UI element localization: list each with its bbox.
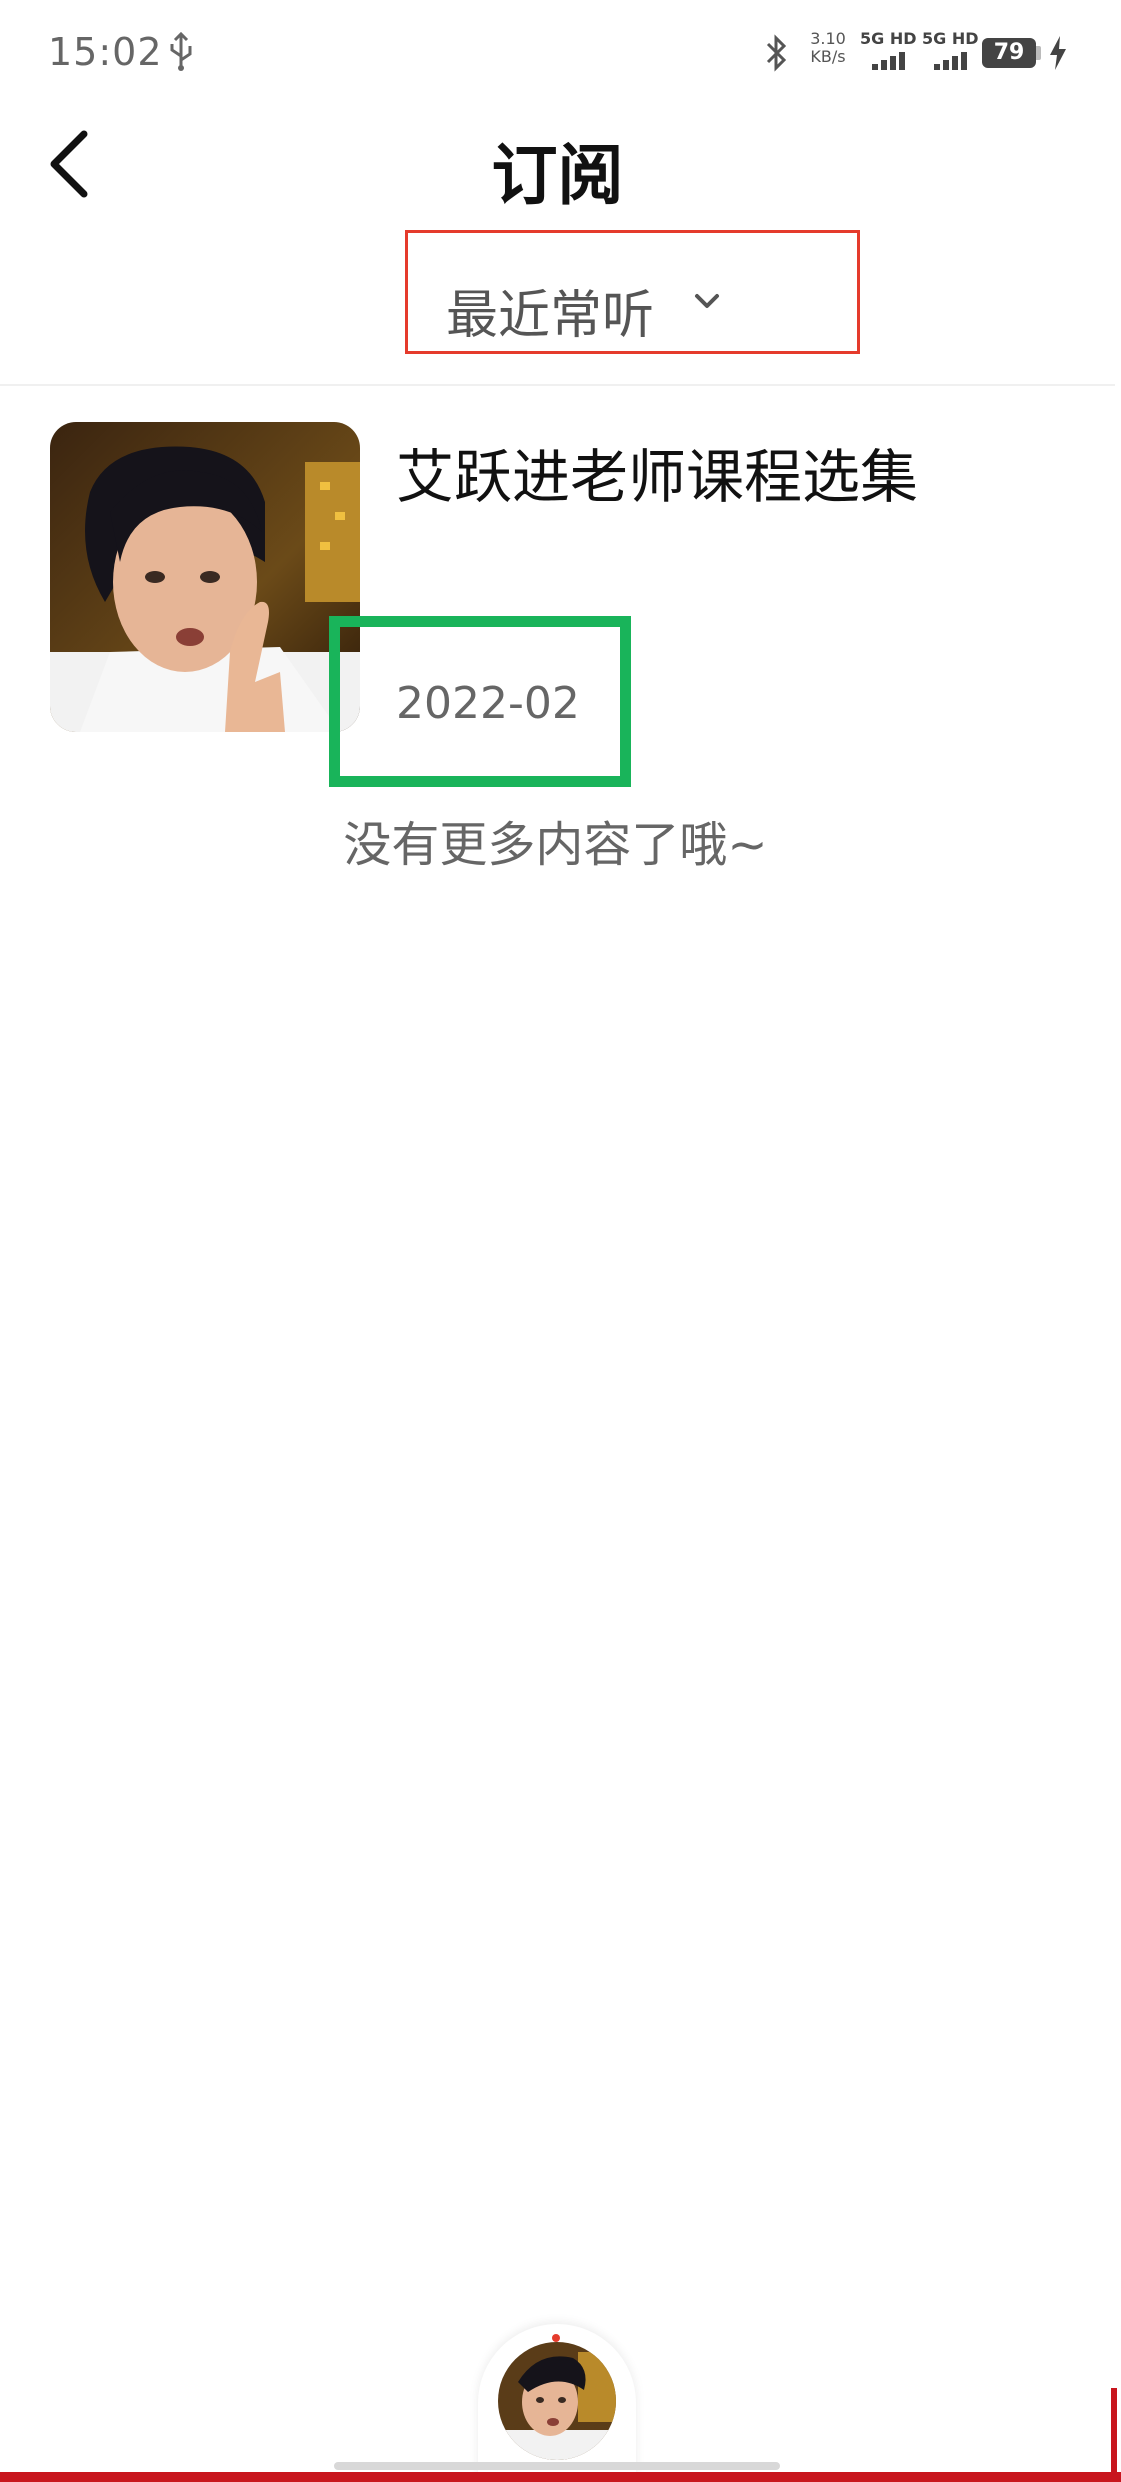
sort-filter-label: 最近常听 [446,286,655,346]
page-title-text: 订阅 [491,137,624,214]
network-speed-value: 3.10 [810,29,846,48]
subscription-date: 2022-02 [396,678,580,729]
now-playing-avatar [498,2342,616,2460]
network-speed-unit: KB/s [810,47,846,66]
status-time: 15:02 [48,30,163,74]
battery-tip [1036,46,1041,60]
battery-icon: 79 [982,38,1036,68]
subscription-title: 艾跃进老师课程选集 [396,443,919,511]
signal-icon: 5G HD [922,30,982,74]
signal-icon: 5G HD [860,30,920,74]
album-cover-image [50,422,360,732]
status-bar: 15:02 3.10 KB/s 5G HD 5G HD 79 [0,0,1121,110]
charging-icon [1050,36,1066,70]
bottom-accent-bar [0,2472,1121,2482]
page-title: 订阅 [0,122,1121,218]
network-speed: 3.10 KB/s [806,30,850,66]
list-end-text: 没有更多内容了哦~ [343,817,768,873]
sort-filter-dropdown[interactable]: 最近常听 [405,230,860,354]
signal-label: 5G HD [860,29,917,48]
bottom-accent-right [1111,2388,1117,2478]
playing-indicator [552,2334,560,2342]
usb-icon [170,32,192,71]
subscriptions-screen: 15:02 3.10 KB/s 5G HD 5G HD 79 订阅 最近常听 艾… [0,0,1121,2482]
divider [0,384,1115,386]
signal-label: 5G HD [922,29,979,48]
home-indicator[interactable] [334,2462,780,2470]
bluetooth-icon [766,34,787,72]
subscription-item[interactable]: 艾跃进老师课程选集 2022-02 [0,420,1121,800]
chevron-down-icon [695,294,719,308]
mini-player-button[interactable] [478,2324,636,2482]
